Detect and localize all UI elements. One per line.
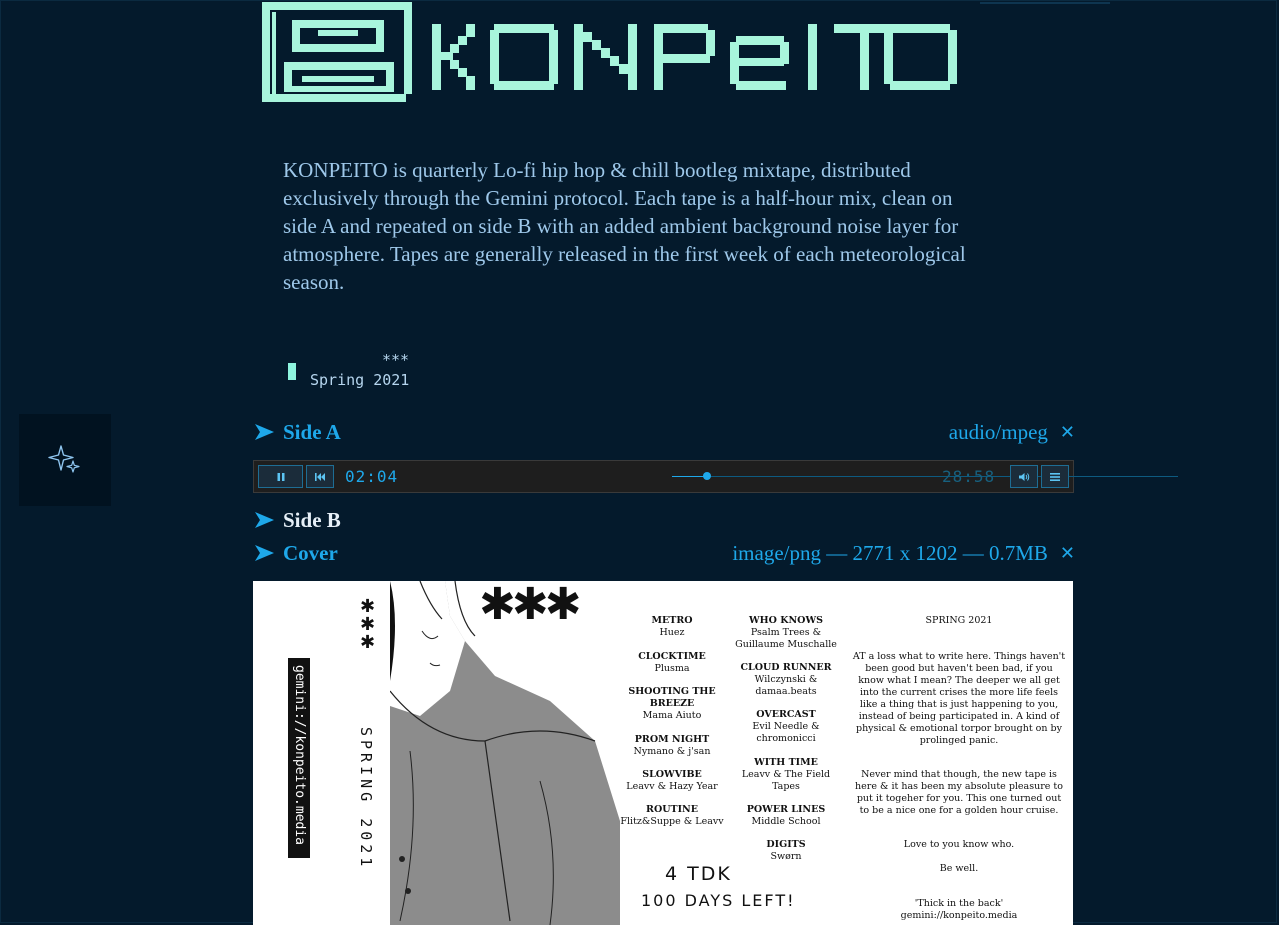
track-title: OVERCAST (756, 709, 816, 720)
notes-paragraph-2: Never mind that though, the new tape is … (855, 769, 1063, 816)
tracklist-item: CLOCKTIME Plusma (619, 651, 725, 675)
track-artist: Wilczynski & damaa.beats (754, 674, 818, 697)
track-artist: Mama Aiuto (642, 710, 702, 721)
arrow-right-icon (255, 512, 274, 528)
close-icon[interactable]: ✕ (1060, 422, 1075, 443)
handwritten-note-2: 100 DAYS LEFT! (641, 891, 796, 910)
pause-icon (277, 472, 284, 481)
track-artist: Psalm Trees & Guillaume Muschalle (735, 627, 837, 650)
tracklist-item: WITH TIME Leavv & The Field Tapes (731, 757, 841, 793)
link-side-a[interactable]: Side A audio/mpeg ✕ (253, 418, 1075, 446)
close-icon[interactable]: ✕ (1060, 543, 1075, 564)
preformatted-season: Spring 2021 (310, 371, 410, 389)
arrow-right-icon (255, 424, 274, 440)
track-title: METRO (651, 615, 693, 626)
cover-image: gemini://konpeito.media SPRING 2021 ✱ ✱ ✱ … (253, 581, 1073, 925)
volume-icon (1019, 472, 1030, 481)
track-title: WITH TIME (754, 757, 818, 768)
audio-player: 02:04 28:58 (253, 460, 1178, 493)
arrow-right-icon (255, 545, 274, 561)
seek-progress (672, 476, 708, 477)
link-side-b-label[interactable]: Side B (283, 508, 341, 533)
track-artist: Leavv & Hazy Year (626, 781, 718, 792)
hamburger-icon (1050, 472, 1060, 481)
track-title: ROUTINE (646, 804, 698, 815)
cover-season-vertical: SPRING 2021 (357, 727, 375, 871)
volume-button[interactable] (1010, 465, 1038, 488)
link-side-b[interactable]: Side B (253, 506, 1075, 534)
notes-paragraph-3: Love to you know who. (903, 839, 1015, 850)
tracklist-item: WHO KNOWS Psalm Trees & Guillaume Muschal… (731, 615, 841, 651)
cover-url-vertical: gemini://konpeito.media (292, 665, 307, 846)
notes-paragraph-1: AT a loss what to write here. Things hav… (852, 651, 1066, 746)
tracklist-item: ROUTINE Flitz&Suppe & Leavv (619, 804, 725, 828)
text-cursor (288, 363, 296, 380)
track-title: POWER LINES (746, 804, 826, 815)
sparkle-icon (48, 445, 80, 473)
seek-handle[interactable] (703, 472, 712, 480)
pause-button[interactable] (258, 465, 303, 488)
seek-track[interactable] (672, 476, 1178, 477)
track-artist: Middle School (751, 816, 821, 827)
side-a-mime: audio/mpeg (948, 419, 1048, 444)
cover-meta: image/png — 2771 x 1202 — 0.7MB (732, 540, 1048, 565)
tracklist-item: SLOWVIBE Leavv & Hazy Year (619, 769, 725, 793)
tracklist-item: PROM NIGHT Nymano & j'san (619, 734, 725, 758)
notes-paragraph-6: gemini://konpeito.media (900, 910, 1018, 921)
track-title: CLOCKTIME (638, 651, 706, 662)
sparkle-button[interactable] (19, 414, 111, 506)
link-side-a-label[interactable]: Side A (283, 420, 341, 445)
menu-button[interactable] (1041, 465, 1069, 488)
track-title: WHO KNOWS (749, 615, 823, 626)
track-artist: Swørn (770, 851, 802, 862)
rewind-button[interactable] (306, 465, 334, 488)
track-title: PROM NIGHT (634, 734, 710, 745)
track-artist: Leavv & The Field Tapes (741, 769, 831, 792)
track-title: CLOUD RUNNER (740, 662, 832, 673)
link-cover-label[interactable]: Cover (283, 541, 338, 566)
notes-title: SPRING 2021 (925, 615, 993, 626)
konpeito-logo (262, 2, 957, 102)
svg-text:✱: ✱ (360, 632, 375, 649)
track-artist: Nymano & j'san (633, 746, 711, 757)
total-time: 28:58 (942, 467, 996, 486)
handwritten-note-1: 4 TDK (665, 863, 732, 885)
track-title: SLOWVIBE (642, 769, 702, 780)
tracklist-item: POWER LINES Middle School (731, 804, 841, 828)
tracklist-item: METRO Huez (619, 615, 725, 639)
current-time: 02:04 (345, 467, 399, 486)
track-artist: Evil Needle & chromonicci (752, 721, 820, 744)
track-title: DIGITS (766, 839, 806, 850)
link-cover[interactable]: Cover image/png — 2771 x 1202 — 0.7MB ✕ (253, 539, 1075, 567)
preformatted-stars: *** (382, 351, 410, 369)
track-title: SHOOTING THE BREEZE (628, 686, 716, 709)
tracklist-item: CLOUD RUNNER Wilczynski & damaa.beats (731, 662, 841, 698)
track-artist: Plusma (654, 663, 690, 674)
tracklist-item: DIGITS Swørn (731, 839, 841, 863)
asterisk-stack-icon: ✱✱✱ (360, 597, 375, 649)
track-artist: Flitz&Suppe & Leavv (620, 816, 724, 827)
track-artist: Huez (659, 627, 685, 638)
top-divider (980, 2, 1110, 4)
asterisk-header-icon: ✱✱✱ (479, 581, 582, 630)
tracklist-item: OVERCAST Evil Needle & chromonicci (731, 709, 841, 745)
cover-illustration (390, 581, 620, 925)
notes-paragraph-4: Be well. (939, 863, 979, 874)
skip-back-icon (315, 472, 325, 481)
intro-paragraph: KONPEITO is quarterly Lo-fi hip hop & ch… (283, 158, 966, 294)
notes-paragraph-5: 'Thick in the back' (914, 898, 1004, 909)
tracklist-item: SHOOTING THE BREEZE Mama Aiuto (619, 686, 725, 722)
